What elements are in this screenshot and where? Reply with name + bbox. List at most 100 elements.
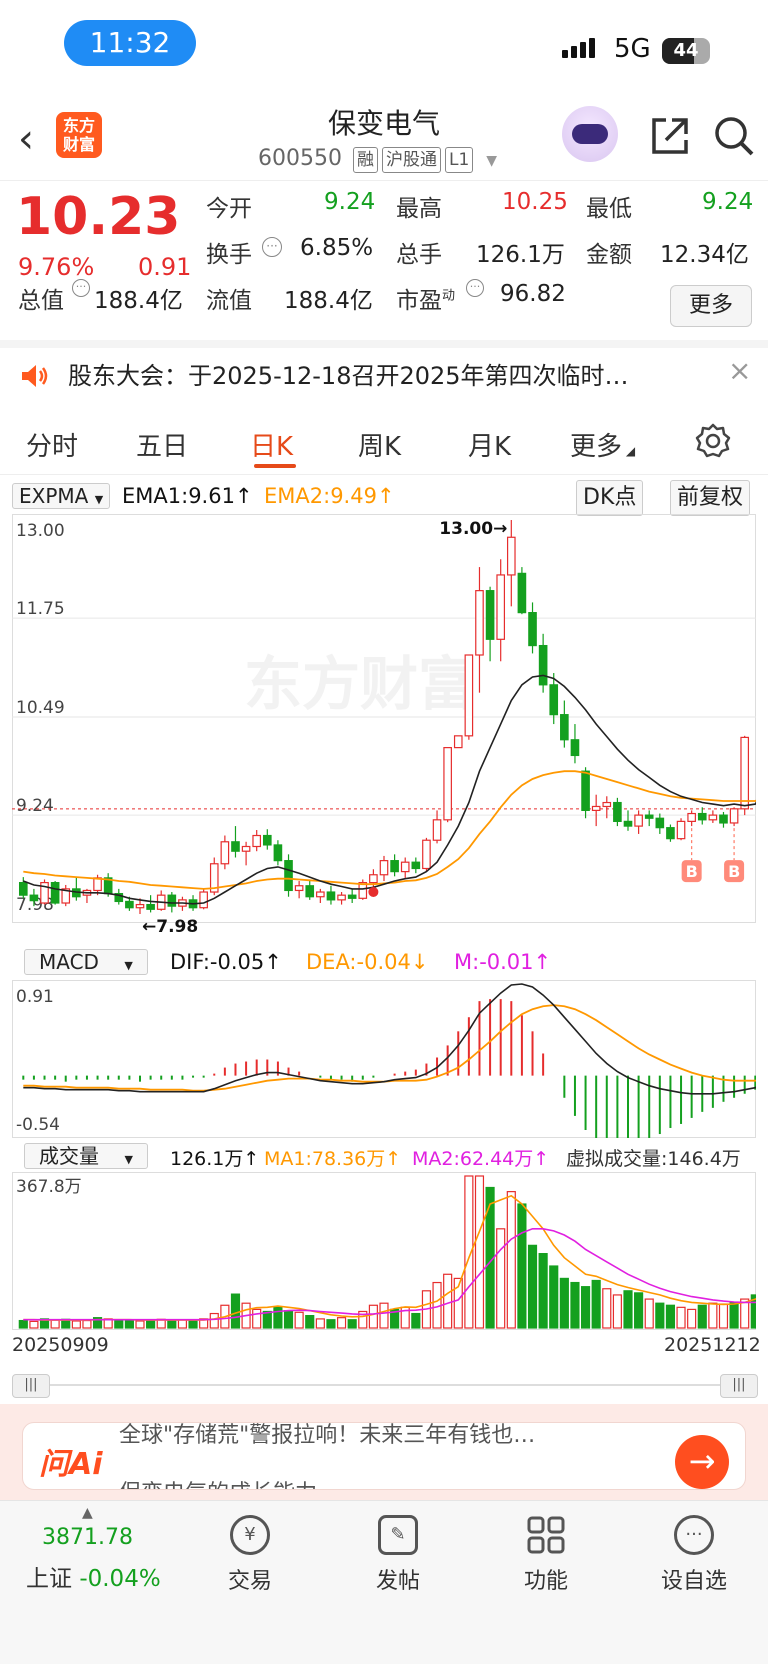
turnover-value: 6.85% [300, 235, 374, 261]
tab-intraday[interactable]: 分时 [26, 426, 78, 463]
ai-assistant-avatar[interactable] [562, 106, 618, 162]
price-tick-label: 9.24 [16, 796, 54, 816]
gear-icon[interactable] [694, 422, 732, 460]
candle-body [167, 894, 177, 907]
volume-bar [496, 1228, 506, 1329]
turnover-label: 换手 [206, 242, 252, 268]
volume-bar [167, 1319, 177, 1329]
macd-chart[interactable]: 0.91 -0.54 [12, 980, 756, 1138]
ai-input-box[interactable]: 问Ai 全球"存储荒"警报拉响！未来三年有钱也… 保变电气的成长能力 → [22, 1422, 746, 1490]
info-icon[interactable]: ··· [72, 279, 90, 297]
nav-post[interactable]: ✎ 发帖 [338, 1515, 458, 1595]
candle-body [485, 590, 495, 640]
notice-bar[interactable]: 股东大会：于2025-12-18召开2025年第四次临时… × [0, 340, 768, 406]
speaker-icon [22, 365, 48, 387]
volume-bar [527, 1244, 538, 1329]
candle-body [453, 735, 463, 749]
tag-connect: 沪股通 [381, 147, 441, 173]
macd-top-tick: 0.91 [16, 987, 54, 1007]
candle-body [623, 820, 633, 827]
ma2-value: MA2:62.44万 [412, 1148, 534, 1170]
volume-bar [411, 1312, 421, 1329]
candle-body [634, 814, 643, 827]
candle-body [591, 805, 601, 811]
range-scroller[interactable]: ||| ||| [12, 1374, 758, 1398]
chevron-down-icon[interactable]: ▼ [486, 153, 497, 169]
ai-suggestion[interactable]: 全球"存储荒"警报拉响！未来三年有钱也… [119, 1423, 535, 1449]
scroller-left-handle[interactable]: ||| [12, 1374, 50, 1398]
candle-body [708, 814, 718, 821]
volume-dropdown[interactable]: 成交量 ▼ [24, 1143, 148, 1169]
active-tab-indicator [254, 464, 296, 468]
info-icon[interactable]: ··· [466, 279, 484, 297]
candle-body [347, 894, 357, 899]
pct-change: 9.76% [18, 253, 95, 281]
candle-body [740, 736, 750, 810]
total-cap-label: 总值 [18, 288, 64, 314]
scroller-right-handle[interactable]: ||| [720, 1374, 758, 1398]
dea-label: DEA:-0.04↓ [306, 950, 429, 974]
close-icon[interactable]: × [728, 354, 751, 387]
candle-body [273, 844, 283, 862]
tab-daily-k[interactable]: 日K [250, 426, 293, 463]
high-value: 10.25 [502, 189, 568, 215]
nav-functions[interactable]: 功能 [486, 1515, 606, 1595]
search-icon[interactable] [712, 114, 756, 158]
candle-body [241, 845, 251, 852]
kline-chart[interactable]: 13.0011.7510.499.247.98东方财富13.00→←7.98B B [12, 514, 756, 942]
info-icon[interactable]: ··· [262, 237, 282, 257]
ema1-label: EMA1:9.61↑ [122, 484, 253, 508]
adjust-label: 前复权 [670, 480, 751, 516]
more-button[interactable]: 更多 [670, 285, 752, 327]
battery-level: 44 [673, 40, 699, 61]
tab-more[interactable]: 更多 ◢ [570, 426, 635, 463]
adjust-button[interactable]: 前复权 [670, 480, 751, 516]
volume-value: 126.1万 [476, 242, 565, 268]
candle-body [379, 860, 389, 876]
candle-body [326, 891, 336, 901]
share-icon[interactable] [648, 114, 692, 158]
nav-add-watchlist[interactable]: ··· 设自选 [634, 1515, 754, 1595]
caret-up-icon: ▲ [82, 1505, 93, 1521]
tab-more-label: 更多 [570, 432, 623, 462]
volume-selector[interactable]: 成交量 ▼ [24, 1142, 148, 1174]
candle-body [220, 841, 230, 865]
expma-dropdown[interactable]: EXPMA ▼ [12, 483, 111, 509]
ema1-value: EMA1:9.61 [122, 484, 235, 508]
volume-bar [315, 1318, 325, 1329]
open-label: 今开 [206, 196, 252, 222]
price-tick-label: 11.75 [16, 599, 65, 619]
amount-label: 金额 [586, 242, 632, 268]
index-value[interactable]: 3871.78 [42, 1525, 133, 1550]
macd-dropdown[interactable]: MACD ▼ [24, 949, 148, 975]
bottom-nav: ▲ 3871.78 上证 -0.04% ¥ 交易 ✎ 发帖 功能 ··· 设自选 [0, 1500, 768, 1664]
arrow-right-icon[interactable]: → [675, 1435, 729, 1489]
candle-body [18, 882, 28, 896]
dk-point-button[interactable]: DK点 [576, 480, 644, 516]
nav-trade[interactable]: ¥ 交易 [190, 1515, 310, 1595]
candle-body [517, 572, 527, 614]
volume-bar [305, 1315, 315, 1329]
tab-monthly-k[interactable]: 月K [468, 426, 511, 463]
index-quote[interactable]: 上证 -0.04% [26, 1559, 161, 1593]
candle-body [464, 654, 474, 737]
volume-bar [114, 1319, 124, 1329]
candle-body [316, 891, 325, 898]
volume-bar [18, 1319, 28, 1329]
candle-body [125, 900, 134, 909]
candle-body [135, 903, 145, 909]
tab-five-day[interactable]: 五日 [136, 426, 188, 463]
volume-bar [687, 1308, 697, 1329]
macd-selector[interactable]: MACD ▼ [24, 948, 148, 980]
volume-bar [326, 1319, 336, 1329]
candle-body [422, 839, 431, 870]
candle-body [252, 834, 262, 848]
price-change: 0.91 [138, 253, 192, 281]
ai-suggestion-2[interactable]: 保变电气的成长能力 [119, 1475, 317, 1489]
candle-body [687, 812, 696, 822]
candle-body [475, 590, 484, 656]
tab-weekly-k[interactable]: 周K [358, 426, 401, 463]
expma-selector[interactable]: EXPMA ▼ [12, 482, 111, 514]
notice-text[interactable]: 股东大会：于2025-12-18召开2025年第四次临时… [68, 356, 629, 391]
volume-chart[interactable]: 367.8万 [12, 1172, 756, 1330]
